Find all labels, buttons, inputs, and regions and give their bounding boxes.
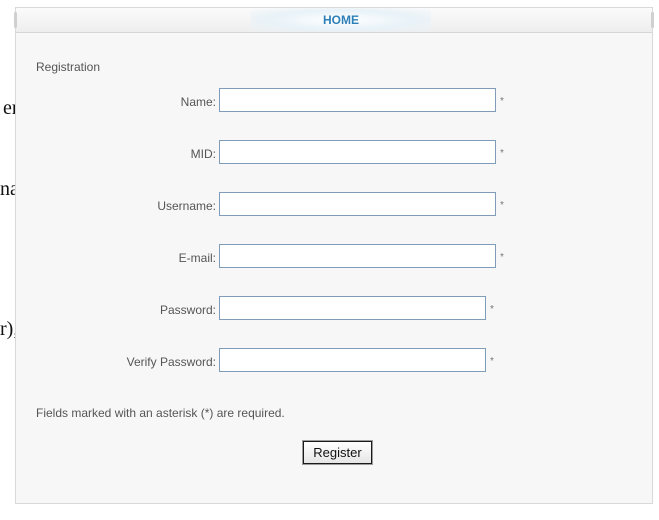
nav-bar-edge	[651, 12, 654, 28]
name-input[interactable]	[219, 88, 496, 112]
required-asterisk: *	[490, 304, 494, 315]
required-asterisk: *	[500, 252, 504, 263]
username-input[interactable]	[219, 192, 496, 216]
register-button[interactable]: Register	[302, 440, 373, 465]
username-label: Username:	[157, 199, 216, 213]
email-label: E-mail:	[178, 251, 216, 265]
verify-password-input[interactable]	[219, 348, 486, 372]
verify-password-label: Verify Password:	[126, 355, 216, 369]
home-link[interactable]: HOME	[251, 8, 431, 32]
nav-bar: HOME	[14, 8, 654, 33]
password-label: Password:	[159, 303, 216, 317]
required-asterisk: *	[490, 356, 494, 367]
mid-input[interactable]	[219, 140, 496, 164]
mid-label: MID:	[190, 147, 216, 161]
required-fields-note: Fields marked with an asterisk (*) are r…	[36, 406, 285, 420]
email-input[interactable]	[219, 244, 496, 268]
registration-panel: HOME Registration Name: * MID: * Usernam…	[14, 7, 654, 504]
nav-bar-edge	[14, 12, 17, 28]
required-asterisk: *	[500, 96, 504, 107]
password-input[interactable]	[219, 296, 486, 320]
section-title: Registration	[36, 60, 101, 74]
required-asterisk: *	[500, 200, 504, 211]
required-asterisk: *	[500, 148, 504, 159]
name-label: Name:	[180, 95, 216, 109]
